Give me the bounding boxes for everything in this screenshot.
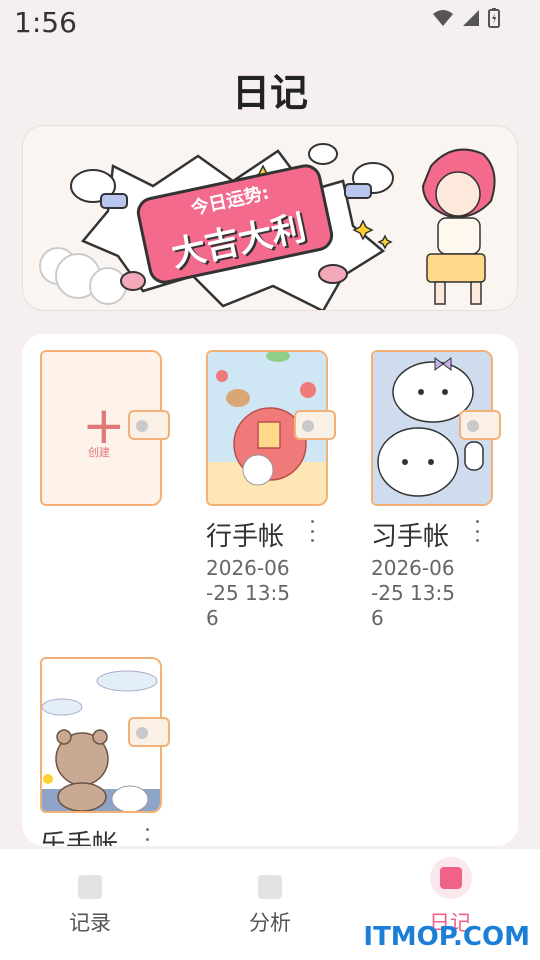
status-time: 1:56 (14, 6, 77, 39)
wifi-icon (433, 10, 453, 26)
create-label: 创建 (88, 446, 110, 459)
notebook-clasp (128, 717, 170, 747)
signal-icon (463, 10, 479, 26)
tab-records-label: 记录 (69, 911, 111, 935)
notebook-cover-2[interactable] (371, 350, 501, 506)
journal-date-2: 2026-06-25 13:56 (371, 556, 455, 630)
notebook-clasp (128, 410, 170, 440)
calendar-icon (440, 867, 462, 889)
notebook-clasp (459, 410, 501, 440)
chart-icon (258, 875, 282, 899)
fortune-banner[interactable]: 今日运势: 大吉大利 (22, 125, 518, 311)
tab-analysis[interactable]: 分析 (180, 849, 360, 949)
page-title: 日记 (231, 71, 308, 115)
journal-date-1: 2026-06-25 13:56 (206, 556, 290, 630)
more-vert-icon[interactable] (472, 520, 482, 542)
plus-icon: + (82, 396, 126, 456)
notebook-clasp (294, 410, 336, 440)
status-bar: 1:56 (0, 0, 540, 48)
journal-title-2[interactable]: 习手帐 (371, 516, 471, 553)
tab-analysis-label: 分析 (249, 911, 291, 935)
status-icons (432, 8, 500, 28)
more-vert-icon[interactable] (307, 520, 317, 542)
more-vert-icon[interactable] (142, 828, 152, 846)
battery-icon (488, 8, 500, 28)
notebook-cover-1[interactable] (206, 350, 336, 506)
notebook-cover-3[interactable] (40, 657, 170, 813)
tab-records[interactable]: 记录 (0, 849, 180, 949)
create-notebook-button[interactable]: + 创建 (40, 350, 170, 506)
watermark: ITMOP.COM (363, 922, 530, 952)
journal-title-1[interactable]: 行手帐 (206, 516, 306, 553)
records-icon (78, 875, 102, 899)
journal-panel: + 创建 行手帐 2026-06-25 13:56 习手帐 2026-06-25… (22, 334, 518, 846)
journal-title-3[interactable]: 乐手帐 (40, 824, 140, 846)
